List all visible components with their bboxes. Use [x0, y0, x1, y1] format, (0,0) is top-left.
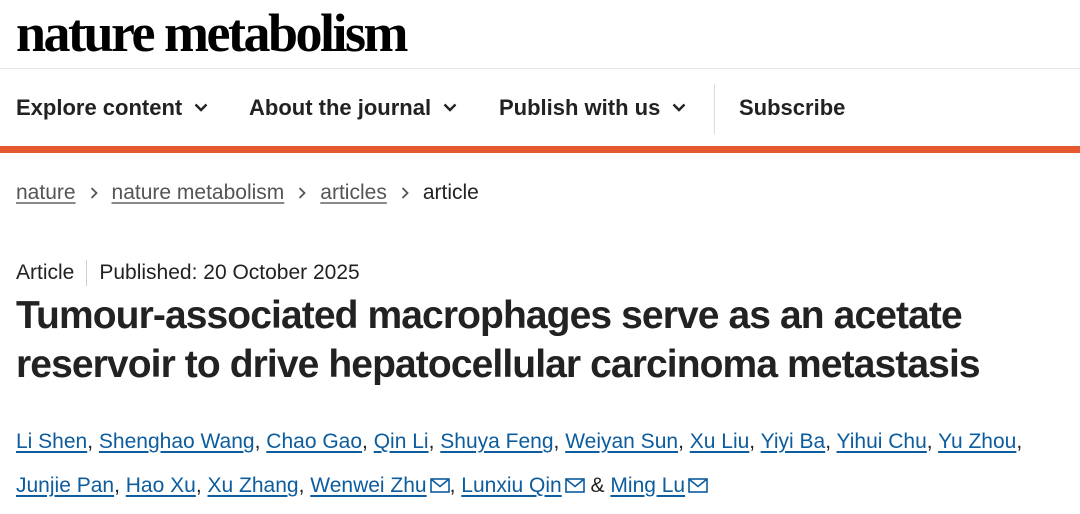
nav-divider — [714, 84, 715, 134]
author-separator: , — [678, 430, 684, 453]
nav-about-journal-label: About the journal — [249, 94, 432, 120]
author-separator: , — [298, 474, 305, 497]
author-link[interactable]: Junjie Pan — [16, 474, 114, 497]
author-separator: , — [1016, 430, 1023, 453]
author-link[interactable]: Wenwei Zhu — [310, 474, 426, 497]
masthead: nature metabolism — [0, 0, 1080, 69]
author-separator: , — [114, 474, 120, 497]
author-conjunction: & — [590, 474, 605, 497]
email-icon[interactable] — [429, 465, 450, 493]
article-title: Tumour-associated macrophages serve as a… — [16, 294, 981, 386]
breadcrumb: nature nature metabolism articles articl… — [16, 181, 479, 205]
author-link[interactable]: Yihui Chu — [837, 430, 927, 453]
breadcrumb-link-articles[interactable]: articles — [320, 181, 387, 205]
author-link[interactable]: Hao Xu — [126, 474, 196, 497]
author-link[interactable]: Yu Zhou — [938, 430, 1016, 453]
chevron-down-icon — [672, 103, 686, 112]
breadcrumb-current: article — [422, 181, 479, 204]
nav-explore-content-label: Explore content — [16, 94, 183, 120]
author-link[interactable]: Xu Zhang — [208, 474, 299, 497]
email-icon[interactable] — [688, 465, 708, 493]
nav-publish-with-us-label: Publish with us — [499, 94, 661, 120]
author-separator: , — [195, 474, 202, 497]
nav-explore-content[interactable]: Explore content — [16, 69, 208, 146]
author-separator: , — [553, 430, 560, 453]
author-link[interactable]: Qin Li — [374, 430, 429, 453]
subscribe-link[interactable]: Subscribe — [739, 69, 845, 146]
author-separator: , — [254, 430, 261, 453]
journal-logo[interactable]: nature metabolism — [16, 0, 408, 66]
breadcrumb-link-nature[interactable]: nature — [16, 181, 76, 205]
chevron-right-icon — [299, 187, 307, 199]
author-separator: , — [87, 430, 94, 453]
author-list: Li Shen, Shenghao Wang, Chao Gao, Qin Li… — [16, 420, 1066, 508]
published-date: Published: 20 October 2025 — [99, 261, 360, 284]
author-link[interactable]: Xu Liu — [690, 430, 750, 453]
author-link[interactable]: Shenghao Wang — [99, 430, 255, 453]
article-type: Article — [16, 261, 75, 284]
article-meta: Article Published: 20 October 2025 — [16, 260, 360, 286]
author-link[interactable]: Chao Gao — [266, 430, 362, 453]
author-link[interactable]: Lunxiu Qin — [461, 474, 561, 497]
chevron-down-icon — [194, 103, 208, 112]
breadcrumb-link-nature-metabolism[interactable]: nature metabolism — [112, 181, 285, 205]
author-link[interactable]: Ming Lu — [610, 474, 685, 497]
author-link[interactable]: Shuya Feng — [440, 430, 553, 453]
chevron-down-icon — [443, 103, 457, 112]
author-separator: , — [428, 430, 435, 453]
accent-bar — [0, 146, 1080, 153]
author-separator: , — [825, 430, 832, 453]
meta-divider — [86, 260, 88, 286]
email-icon[interactable] — [564, 465, 585, 493]
author-link[interactable]: Weiyan Sun — [565, 430, 678, 453]
chevron-right-icon — [401, 187, 409, 199]
author-separator: , — [449, 474, 456, 497]
author-link[interactable]: Yiyi Ba — [761, 430, 826, 453]
author-link[interactable]: Li Shen — [16, 430, 87, 453]
chevron-right-icon — [90, 187, 98, 199]
author-separator: , — [926, 430, 933, 453]
nav-publish-with-us[interactable]: Publish with us — [499, 69, 686, 146]
nav-about-journal[interactable]: About the journal — [249, 69, 457, 146]
main-nav: Explore content About the journal Publis… — [0, 69, 1080, 146]
author-separator: , — [749, 430, 756, 453]
author-separator: , — [362, 430, 368, 453]
